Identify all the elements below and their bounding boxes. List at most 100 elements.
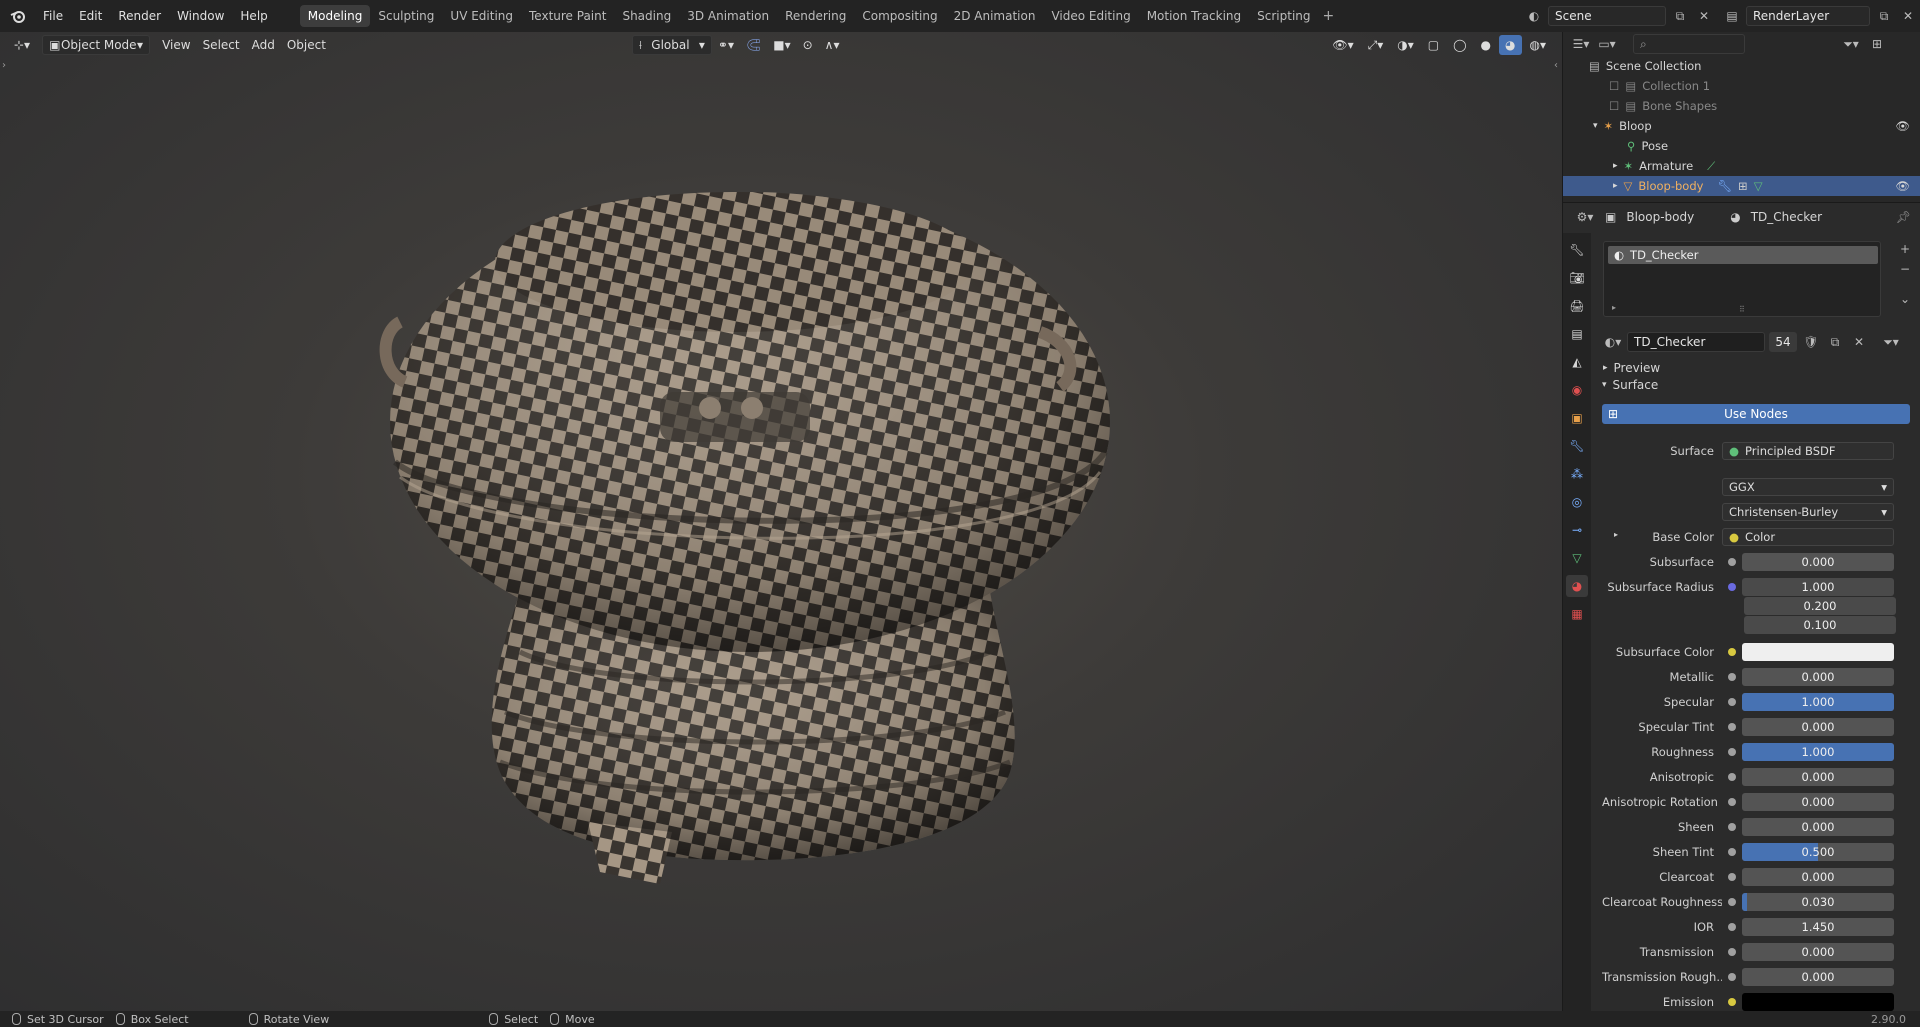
socket-icon[interactable]: [1728, 923, 1736, 931]
scene-collection-row[interactable]: ▤ Scene Collection: [1563, 56, 1920, 76]
delete-view-layer-icon[interactable]: ✕: [1898, 6, 1918, 26]
socket-icon[interactable]: [1728, 848, 1736, 856]
param-slider[interactable]: 1.450: [1742, 918, 1894, 936]
outliner-item-collection-1[interactable]: ☐ ▤ Collection 1: [1563, 76, 1920, 96]
param-slider[interactable]: 0.000: [1742, 718, 1894, 736]
param-slider[interactable]: 0.030: [1742, 893, 1894, 911]
menu-help[interactable]: Help: [232, 5, 275, 27]
subsurface-color-swatch[interactable]: [1742, 643, 1894, 661]
eye-icon[interactable]: 👁︎: [1895, 179, 1910, 193]
param-slider[interactable]: 0.000: [1742, 668, 1894, 686]
param-slider[interactable]: 0.000: [1742, 768, 1894, 786]
socket-icon[interactable]: [1728, 723, 1736, 731]
param-slider[interactable]: 0.000: [1742, 553, 1894, 571]
tab-texture-paint[interactable]: Texture Paint: [521, 5, 614, 27]
expand-arrow-icon[interactable]: ▾: [1593, 121, 1598, 131]
scene-icon[interactable]: ◐: [1524, 6, 1544, 26]
pin-icon[interactable]: 📌︎: [1896, 210, 1911, 224]
subsurface-method-dropdown[interactable]: Christensen-Burley ▾: [1722, 503, 1894, 521]
socket-icon[interactable]: [1728, 873, 1736, 881]
output-tab-icon[interactable]: 🖨︎: [1566, 295, 1588, 317]
param-slider[interactable]: 1.000: [1742, 743, 1894, 761]
tab-2d-animation[interactable]: 2D Animation: [946, 5, 1044, 27]
use-nodes-button[interactable]: ⊞ Use Nodes: [1602, 404, 1910, 424]
view-layer-tab-icon[interactable]: ▤: [1566, 323, 1588, 345]
subsurface-radius-x[interactable]: 1.000: [1742, 578, 1894, 596]
data-tab-icon[interactable]: ▽: [1566, 547, 1588, 569]
socket-icon[interactable]: [1728, 748, 1736, 756]
outliner-item-bone-shapes[interactable]: ☐ ▤ Bone Shapes: [1563, 96, 1920, 116]
socket-icon[interactable]: [1728, 698, 1736, 706]
constraints-tab-icon[interactable]: ⊸: [1566, 519, 1588, 541]
socket-icon[interactable]: [1728, 673, 1736, 681]
checker-mesh-object[interactable]: [0, 32, 1562, 1011]
eye-icon[interactable]: 👁︎: [1895, 119, 1910, 133]
color-socket-icon[interactable]: [1728, 648, 1736, 656]
view-layer-field[interactable]: RenderLayer: [1746, 6, 1870, 26]
new-scene-icon[interactable]: ⧉: [1670, 6, 1690, 26]
socket-icon[interactable]: [1728, 773, 1736, 781]
scene-tab-icon[interactable]: ◭: [1566, 351, 1588, 373]
add-slot-icon[interactable]: +: [1895, 239, 1915, 259]
texture-tab-icon[interactable]: ▦: [1566, 603, 1588, 625]
material-name-field[interactable]: TD_Checker: [1627, 332, 1765, 352]
base-color-field[interactable]: ● Color: [1722, 528, 1894, 546]
outliner-item-bloop[interactable]: ▾ ✶ Bloop 👁︎: [1563, 116, 1920, 136]
material-tab-icon[interactable]: ◕: [1566, 575, 1588, 597]
checkbox-icon[interactable]: ☐: [1609, 99, 1619, 113]
expand-arrow-icon[interactable]: ▸: [1613, 181, 1618, 191]
checkbox-icon[interactable]: ☐: [1609, 79, 1619, 93]
browse-material-icon[interactable]: ◐▾: [1603, 332, 1623, 352]
tab-rendering[interactable]: Rendering: [777, 5, 854, 27]
surface-shader-field[interactable]: ● Principled BSDF: [1722, 442, 1894, 460]
outliner-item-pose[interactable]: ⚲ Pose: [1563, 136, 1920, 156]
menu-render[interactable]: Render: [110, 5, 169, 27]
blender-logo-icon[interactable]: [5, 5, 31, 27]
slot-specials-icon[interactable]: ⌄: [1895, 289, 1915, 309]
tab-sculpting[interactable]: Sculpting: [370, 5, 442, 27]
modifier-tab-icon[interactable]: 🔧︎: [1566, 435, 1588, 457]
socket-icon[interactable]: [1728, 558, 1736, 566]
object-tab-icon[interactable]: ▣: [1566, 407, 1588, 429]
outliner-item-bloop-body[interactable]: ▸ ▽ Bloop-body 🔧︎ ⊞ ▽ 👁︎: [1563, 176, 1920, 196]
world-tab-icon[interactable]: ◉: [1566, 379, 1588, 401]
param-slider[interactable]: 1.000: [1742, 693, 1894, 711]
param-slider[interactable]: 0.000: [1742, 943, 1894, 961]
param-slider[interactable]: 0.000: [1742, 868, 1894, 886]
fake-user-icon[interactable]: 🛡︎: [1801, 332, 1821, 352]
unlink-material-icon[interactable]: ✕: [1849, 332, 1869, 352]
add-workspace-icon[interactable]: +: [1323, 8, 1335, 24]
color-socket-icon[interactable]: [1728, 998, 1736, 1006]
tab-motion-tracking[interactable]: Motion Tracking: [1139, 5, 1249, 27]
param-slider[interactable]: 0.000: [1742, 968, 1894, 986]
tab-scripting[interactable]: Scripting: [1249, 5, 1318, 27]
tab-uv-editing[interactable]: UV Editing: [442, 5, 521, 27]
distribution-dropdown[interactable]: GGX ▾: [1722, 478, 1894, 496]
emission-color-swatch[interactable]: [1742, 993, 1894, 1011]
users-count[interactable]: 54: [1769, 332, 1797, 352]
link-icon[interactable]: ⏷▾: [1881, 332, 1901, 352]
tab-video-editing[interactable]: Video Editing: [1043, 5, 1138, 27]
outliner-search-input[interactable]: ⌕: [1633, 34, 1745, 54]
remove-slot-icon[interactable]: −: [1895, 259, 1915, 279]
tab-compositing[interactable]: Compositing: [854, 5, 945, 27]
param-slider[interactable]: 0.000: [1742, 818, 1894, 836]
tab-modeling[interactable]: Modeling: [299, 5, 371, 27]
tab-3d-animation[interactable]: 3D Animation: [679, 5, 777, 27]
duplicate-material-icon[interactable]: ⧉: [1825, 332, 1845, 352]
material-slot-item[interactable]: ◐ TD_Checker: [1608, 246, 1878, 264]
outliner-editor-icon[interactable]: ☰▾: [1571, 34, 1591, 54]
delete-scene-icon[interactable]: ✕: [1694, 6, 1714, 26]
display-mode-icon[interactable]: ▭▾: [1597, 34, 1617, 54]
outliner-item-armature[interactable]: ▸ ✶ Armature ⟋: [1563, 156, 1920, 176]
expand-arrow-icon[interactable]: ▸: [1613, 161, 1618, 171]
particles-tab-icon[interactable]: ⁂: [1566, 463, 1588, 485]
socket-icon[interactable]: [1728, 823, 1736, 831]
subsurface-radius-z[interactable]: 0.100: [1744, 616, 1896, 634]
scene-name-field[interactable]: Scene: [1548, 6, 1666, 26]
tool-tab-icon[interactable]: 🔧︎: [1566, 239, 1588, 261]
new-view-layer-icon[interactable]: ⧉: [1874, 6, 1894, 26]
view-layer-icon[interactable]: ▤: [1722, 6, 1742, 26]
subsurface-radius-y[interactable]: 0.200: [1744, 597, 1896, 615]
param-slider[interactable]: 0.000: [1742, 793, 1894, 811]
